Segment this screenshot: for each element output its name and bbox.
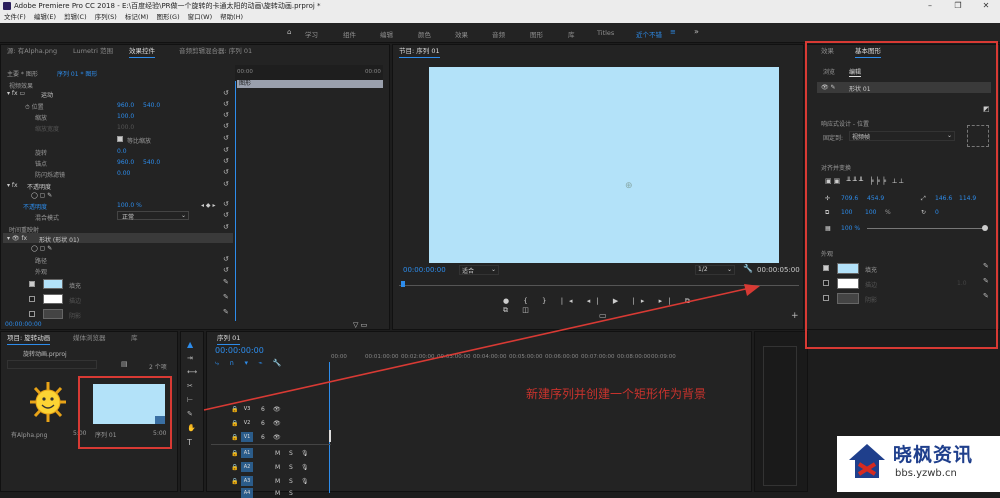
watermark-house-icon bbox=[849, 444, 885, 478]
annotation-text: 新建序列并创建一个矩形作为背景 bbox=[526, 387, 707, 401]
watermark-logo: 晓枫资讯 bbs.yzwb.cn bbox=[837, 436, 1000, 492]
watermark-url: bbs.yzwb.cn bbox=[895, 468, 957, 479]
watermark-name: 晓枫资讯 bbox=[893, 444, 974, 466]
annotation-arrow bbox=[203, 284, 760, 411]
